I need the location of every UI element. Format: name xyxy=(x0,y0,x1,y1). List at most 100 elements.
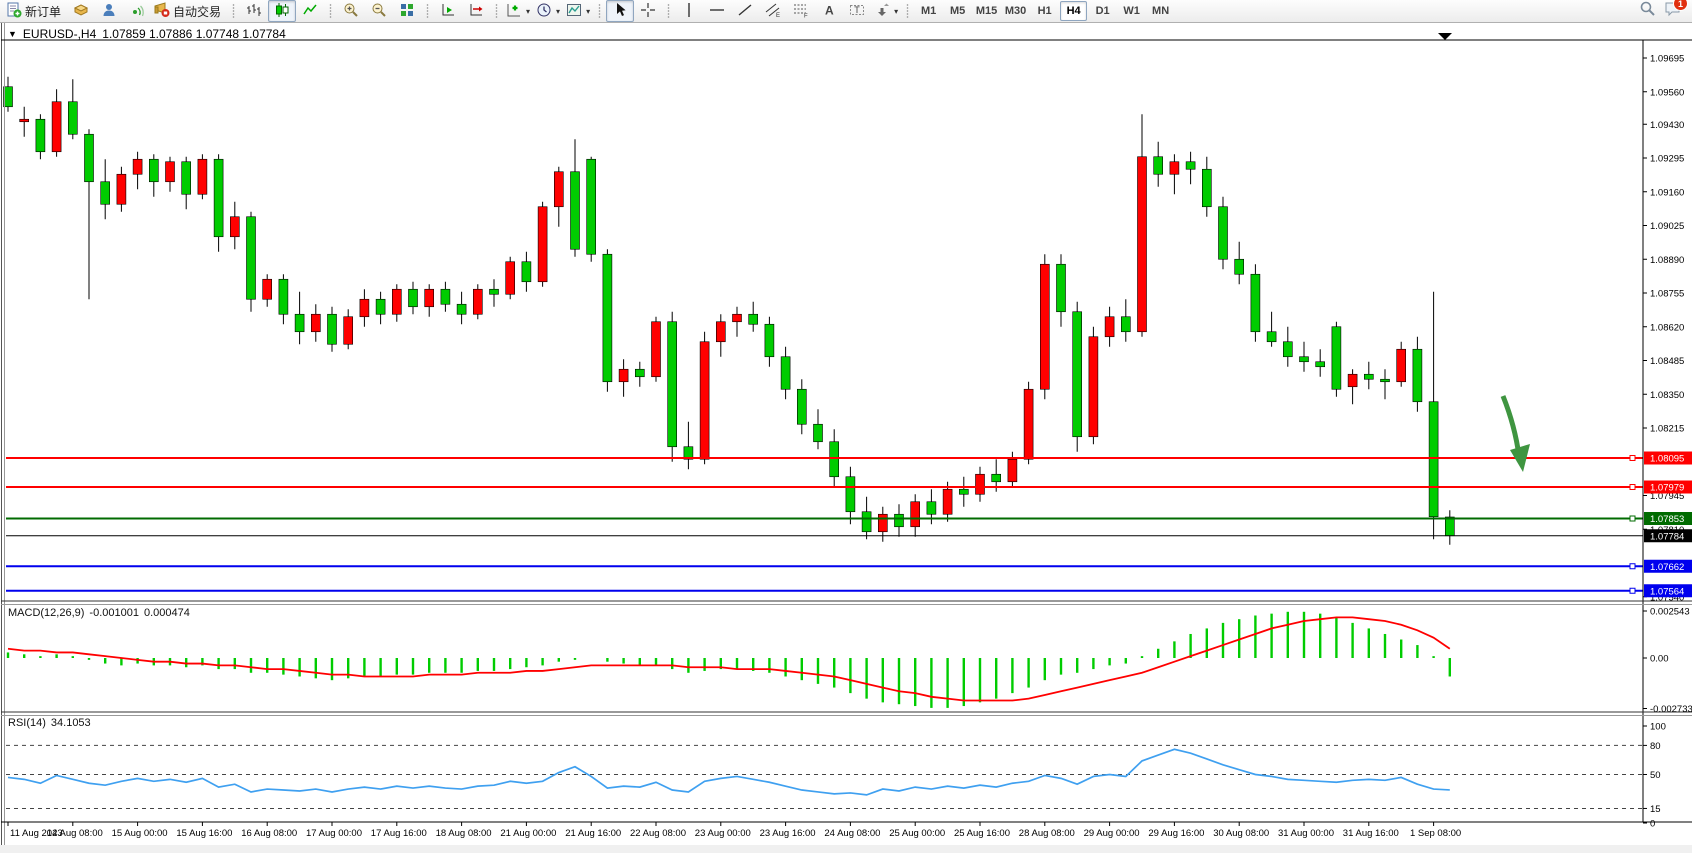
price-chart[interactable]: 1.096951.095601.094301.092951.091601.090… xyxy=(0,0,1692,853)
timeframe-button-d1[interactable]: D1 xyxy=(1089,1,1116,21)
navigator-button[interactable] xyxy=(95,0,123,22)
hline-handle[interactable] xyxy=(1630,485,1635,490)
candlestick-chart-button[interactable] xyxy=(268,0,296,22)
time-tick-label: 28 Aug 08:00 xyxy=(1019,828,1075,839)
hline-handle[interactable] xyxy=(1630,564,1635,569)
auto-scroll-button[interactable] xyxy=(434,0,462,22)
time-tick-label: 21 Aug 16:00 xyxy=(565,828,621,839)
fibonacci-button[interactable]: F xyxy=(787,0,815,22)
bar-chart-button[interactable] xyxy=(240,0,268,22)
timeframe-button-mn[interactable]: MN xyxy=(1147,1,1174,21)
candle-body xyxy=(1202,169,1211,207)
zoom-out-button[interactable] xyxy=(365,0,393,22)
time-tick-label: 29 Aug 00:00 xyxy=(1084,828,1140,839)
candle-body xyxy=(1348,374,1357,387)
notifications-button[interactable]: 1 xyxy=(1664,0,1682,22)
candle-body xyxy=(652,322,661,377)
zoom-in-button[interactable] xyxy=(337,0,365,22)
search-icon[interactable] xyxy=(1639,0,1656,22)
candle-body xyxy=(198,159,207,194)
candle-body xyxy=(1057,264,1066,312)
candle-body xyxy=(587,159,596,254)
line-chart-button[interactable] xyxy=(296,0,324,22)
cursor-button[interactable] xyxy=(606,0,634,22)
new-order-icon xyxy=(6,2,22,21)
signal-button[interactable] xyxy=(123,0,151,22)
candle-body xyxy=(409,289,418,307)
timeframe-button-h1[interactable]: H1 xyxy=(1031,1,1058,21)
candle-body xyxy=(328,314,337,344)
candle-body xyxy=(1235,259,1244,274)
equidistant-channel-button[interactable]: E xyxy=(759,0,787,22)
tile-windows-icon xyxy=(399,2,415,21)
candle-body xyxy=(1445,517,1454,536)
candle-body xyxy=(1397,349,1406,382)
candlestick-chart-icon xyxy=(274,2,290,21)
time-tick-label: 23 Aug 00:00 xyxy=(695,828,751,839)
price-line-badge-label: 1.07784 xyxy=(1650,531,1684,542)
candle-body xyxy=(166,162,175,182)
text-label-button[interactable]: T xyxy=(843,0,871,22)
bar-chart-icon xyxy=(246,2,262,21)
candle-body xyxy=(830,442,839,477)
price-tick-label: 1.09560 xyxy=(1650,87,1684,98)
hline-handle[interactable] xyxy=(1630,456,1635,461)
hline-handle[interactable] xyxy=(1630,588,1635,593)
candle-body xyxy=(814,424,823,442)
chart-shift-icon xyxy=(468,2,484,21)
auto-trading-button[interactable]: 自动交易 xyxy=(151,0,227,22)
candle-body xyxy=(733,314,742,322)
candle-body xyxy=(182,162,191,195)
candle-body xyxy=(295,314,304,332)
candle-body xyxy=(1008,459,1017,482)
timeframe-button-m5[interactable]: M5 xyxy=(944,1,971,21)
chart-ohlc-title[interactable]: ▼ EURUSD-,H4 1.07859 1.07886 1.07748 1.0… xyxy=(8,27,286,41)
time-tick-label: 21 Aug 00:00 xyxy=(500,828,556,839)
candle-body xyxy=(1316,362,1325,367)
price-tick-label: 1.08485 xyxy=(1650,356,1684,367)
candle-body xyxy=(1381,379,1390,382)
text-label-icon: T xyxy=(849,2,865,21)
candle-body xyxy=(1251,274,1260,332)
text-button[interactable]: A xyxy=(815,0,843,22)
new-order-button[interactable]: 新订单 xyxy=(3,0,67,22)
candle-body xyxy=(571,172,580,250)
timeframe-button-m15[interactable]: M15 xyxy=(973,1,1000,21)
timeframe-button-m30[interactable]: M30 xyxy=(1002,1,1029,21)
cursor-icon xyxy=(612,2,628,21)
auto-trading-label: 自动交易 xyxy=(173,3,221,20)
notification-badge: 1 xyxy=(1673,0,1688,11)
crosshair-button[interactable] xyxy=(634,0,662,22)
candle-body xyxy=(522,262,531,282)
indicators-button[interactable]: ▾ xyxy=(503,0,533,22)
vertical-line-button[interactable] xyxy=(675,0,703,22)
rsi-indicator-label: RSI(14) 34.1053 xyxy=(8,717,91,729)
toolbar-separator xyxy=(904,3,911,19)
market-watch-button[interactable] xyxy=(67,0,95,22)
periods-button[interactable]: ▾ xyxy=(533,0,563,22)
time-tick-label: 31 Aug 16:00 xyxy=(1343,828,1399,839)
timeframe-button-w1[interactable]: W1 xyxy=(1118,1,1145,21)
candle-body xyxy=(360,299,369,317)
candle-body xyxy=(846,477,855,512)
candle-body xyxy=(603,254,612,382)
candle-body xyxy=(1170,162,1179,175)
trendline-icon xyxy=(737,2,753,21)
chevron-down-icon: ▾ xyxy=(556,7,560,16)
templates-button[interactable]: ▾ xyxy=(563,0,593,22)
macd-signal-value: 0.000474 xyxy=(144,607,190,619)
indicators-icon xyxy=(506,2,522,21)
toolbar-separator xyxy=(493,3,500,19)
horizontal-line-button[interactable] xyxy=(703,0,731,22)
candle-body xyxy=(473,289,482,314)
chart-dropdown-icon[interactable]: ▼ xyxy=(8,29,17,39)
price-tick-label: 1.08620 xyxy=(1650,322,1684,333)
timeframe-button-m1[interactable]: M1 xyxy=(915,1,942,21)
chart-shift-button[interactable] xyxy=(462,0,490,22)
arrows-button[interactable]: ▾ xyxy=(871,0,901,22)
hline-handle[interactable] xyxy=(1630,516,1635,521)
candle-body xyxy=(117,174,126,204)
trendline-button[interactable] xyxy=(731,0,759,22)
tile-windows-button[interactable] xyxy=(393,0,421,22)
timeframe-button-h4[interactable]: H4 xyxy=(1060,1,1087,21)
